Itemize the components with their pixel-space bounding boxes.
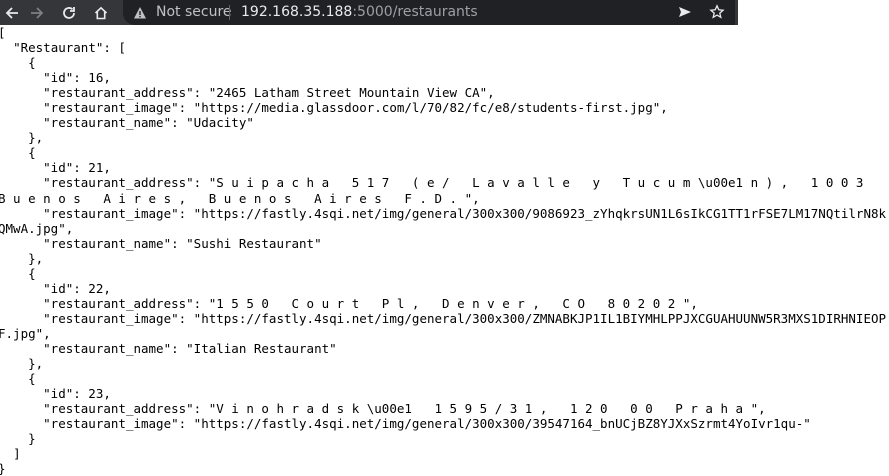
back-button[interactable]: [0, 0, 24, 25]
security-label[interactable]: Not secure: [156, 0, 232, 24]
reload-icon: [63, 6, 75, 19]
send-icon[interactable]: [677, 4, 693, 24]
url-host: 192.168.35.188: [241, 4, 353, 20]
reload-button[interactable]: [57, 0, 81, 25]
arrow-left-icon: [5, 6, 18, 19]
address-bar[interactable]: Not secure 192.168.35.188:5000/restauran…: [123, 0, 735, 25]
home-button[interactable]: [89, 0, 113, 25]
star-icon[interactable]: [709, 4, 725, 24]
url-text[interactable]: 192.168.35.188:5000/restaurants: [241, 0, 478, 24]
browser-toolbar: Not secure 192.168.35.188:5000/restauran…: [0, 0, 738, 25]
forward-button[interactable]: [25, 0, 49, 25]
warning-triangle-icon[interactable]: [133, 5, 147, 24]
url-path: :5000/restaurants: [352, 4, 478, 20]
omnibox-divider: [229, 5, 230, 20]
arrow-right-icon: [31, 6, 44, 19]
home-icon: [94, 6, 108, 19]
json-response-body: [ "Restaurant": [ { "id": 16, "restauran…: [0, 25, 887, 476]
